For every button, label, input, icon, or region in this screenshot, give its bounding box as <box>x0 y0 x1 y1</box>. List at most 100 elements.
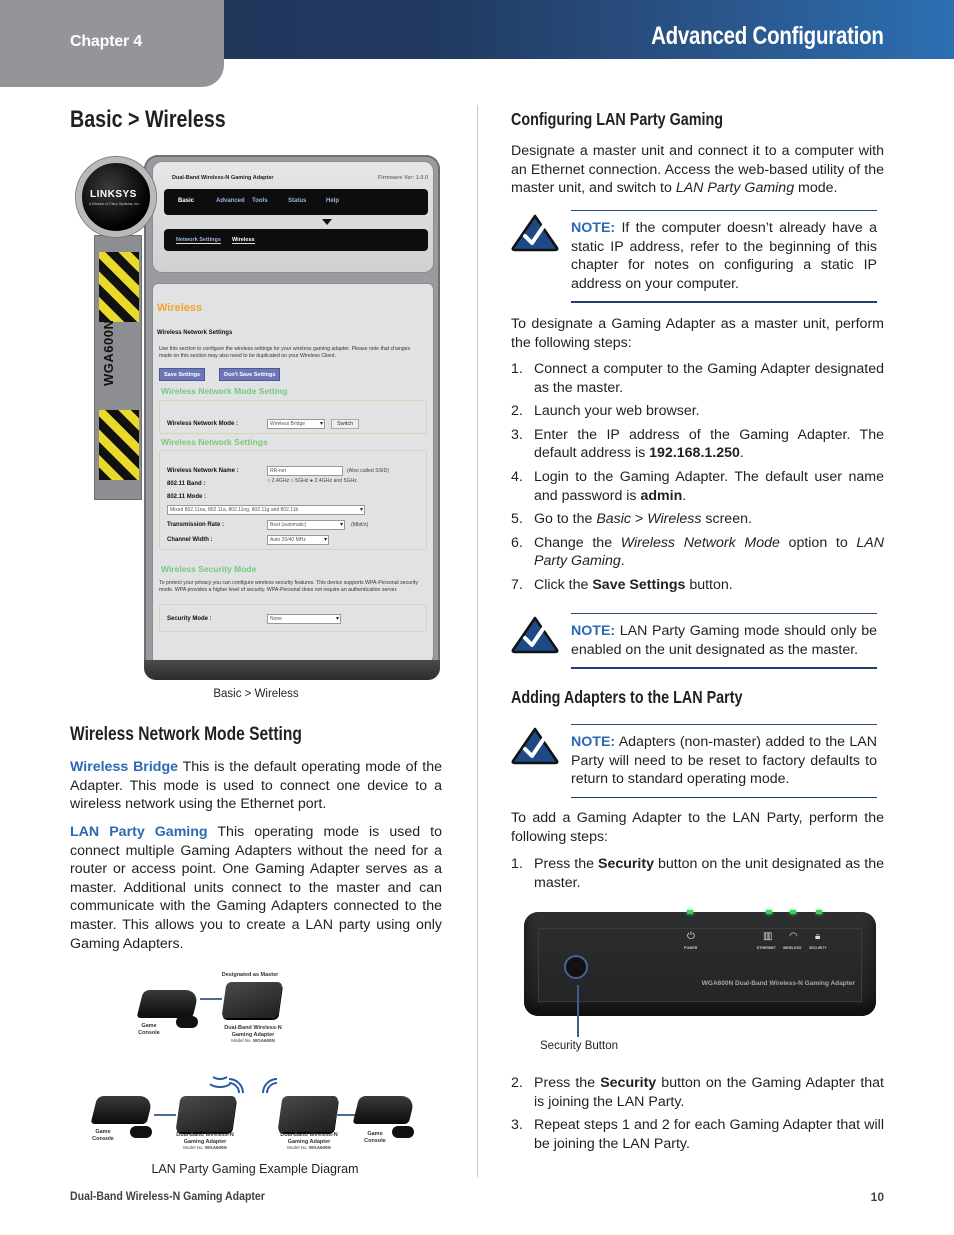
band-option-24: 2.4GHz <box>271 478 290 484</box>
nav-help: Help <box>326 198 340 204</box>
configuring-paragraph: Designate a master unit and connect it t… <box>511 142 884 198</box>
screenshot-sub-nav: Network Settings Wireless <box>164 229 428 251</box>
page-title: Advanced Configuration <box>651 22 884 50</box>
screenshot-product-name: Dual-Band Wireless-N Gaming Adapter <box>172 175 274 181</box>
screenshot-security-intro: To protect your privacy you can configur… <box>159 580 419 593</box>
model-number: WGA600N <box>205 1145 227 1150</box>
gamepad-icon <box>176 1016 198 1028</box>
note-label: NOTE: <box>571 734 616 750</box>
adapter-label-line1: Dual-Band Wireless-N <box>224 1025 282 1031</box>
adapter-icon <box>277 1096 339 1132</box>
screenshot-rate-label: Transmission Rate : <box>167 522 225 528</box>
diagram-console-label: Game Console <box>132 1023 166 1036</box>
diagram-caption: LAN Party Gaming Example Diagram <box>151 1162 359 1176</box>
page-number: 10 <box>870 1190 884 1204</box>
gamepad-icon <box>392 1126 414 1138</box>
model-banner: WGA600N <box>94 235 142 500</box>
step-number: 3. <box>511 426 523 443</box>
step-item: 5. Go to the Basic > Wireless screen. <box>511 510 884 529</box>
screenshot-network-heading: Wireless Network Settings <box>161 437 268 447</box>
screenshot-dont-save-button: Don't Save Settings <box>219 368 281 381</box>
screenshot-ssid-note: (Also called SSID) <box>347 468 390 474</box>
step-text: Connect a computer to the Gaming Adapter… <box>534 361 884 396</box>
logo-text: LINKSYS <box>90 189 137 200</box>
security-button-callout: Security Button <box>540 1040 618 1052</box>
nav-tools: Tools <box>252 198 268 204</box>
wireless-icon: ◠ <box>789 931 798 942</box>
step-text: Click the <box>534 576 593 593</box>
ethernet-led <box>766 910 772 914</box>
diagram-console-label: Game Console <box>86 1129 120 1142</box>
checkmark-note-icon <box>511 616 559 654</box>
config-text-2: mode. <box>794 180 838 197</box>
diagram-master-label: Designated as Master <box>221 972 279 978</box>
screenshot-band-options: ○ 2.4GHz ○ 5GHz ● 2.4GHz and 5GHz <box>267 478 357 484</box>
step-item: 6. Change the Wireless Network Mode optio… <box>511 534 884 571</box>
diagram-adapter-label: Dual-Band Wireless-N Gaming Adapter <box>272 1132 346 1145</box>
step-text: Wireless <box>647 511 702 528</box>
screenshot-80211-mode-label: 802.11 Mode : <box>167 494 207 500</box>
screenshot-mode-heading: Wireless Network Mode Setting <box>161 386 288 396</box>
note-master-only: NOTE: LAN Party Gaming mode should only … <box>571 613 877 670</box>
nav-basic: Basic <box>178 198 195 204</box>
step-text: Security <box>600 1075 657 1091</box>
diagram-console-label: Game Console <box>358 1131 392 1144</box>
ethernet-label: ETHERNET <box>757 946 776 950</box>
band-option-5: 5GHz <box>295 478 309 484</box>
note-text: LAN Party Gaming mode should only be ena… <box>571 623 877 658</box>
console-label-line2: Console <box>364 1137 386 1144</box>
screenshot-mode-select: Wireless Bridge <box>267 419 325 429</box>
step-number: 2. <box>511 403 523 420</box>
screenshot-body: Wireless Wireless Network Settings Use t… <box>152 283 434 668</box>
step-text: Save Settings <box>592 576 686 593</box>
section-heading-mode-setting: Wireless Network Mode Setting <box>70 724 302 745</box>
step-number: 3. <box>511 1117 523 1134</box>
wireless-bridge-paragraph: Wireless Bridge This is the default oper… <box>70 758 442 814</box>
note-static-ip: NOTE: If the computer doesn’t already ha… <box>571 210 877 304</box>
checkmark-note-icon <box>511 214 559 252</box>
adapter-label-line1: Dual-Band Wireless-N <box>280 1132 338 1138</box>
footer-product: Dual-Band Wireless-N Gaming Adapter <box>70 1189 265 1203</box>
step-text: Security <box>598 856 654 872</box>
gamepad-icon <box>130 1126 152 1138</box>
step-item: 3. Repeat steps 1 and 2 for each Gaming A… <box>511 1116 884 1153</box>
band-option-both: 2.4GHz and 5GHz <box>314 478 357 484</box>
console-label-line2: Console <box>92 1135 114 1142</box>
power-label: POWER <box>684 946 698 950</box>
step-item: 2. Press the Security button on the Gamin… <box>511 1074 884 1111</box>
screenshot-ssid-label: Wireless Network Name : <box>167 468 239 474</box>
screenshot-80211-mode-select: Mixed 802.11na, 802.11a, 802.11ng, 802.1… <box>167 505 365 515</box>
game-console-icon <box>352 1096 416 1124</box>
note-label: NOTE: <box>571 623 616 639</box>
model-number: WGA600N <box>253 1038 275 1043</box>
wireless-settings-screenshot: Dual-Band Wireless-N Gaming Adapter Firm… <box>76 155 440 680</box>
step-text: admin <box>640 487 683 504</box>
diagram-master-adapter-label: Dual-Band Wireless-N Gaming Adapter <box>216 1025 290 1038</box>
step-text: Launch your web browser. <box>534 403 700 420</box>
model-number: WGA600N <box>309 1145 331 1150</box>
step-text: Basic <box>596 511 632 528</box>
section-heading-basic-wireless: Basic > Wireless <box>70 106 226 133</box>
add-intro: To add a Gaming Adapter to the LAN Party… <box>511 810 884 845</box>
lan-party-text: This operating mode is used to connect m… <box>70 824 442 952</box>
step-number: 7. <box>511 576 523 593</box>
lock-icon: 🔒︎ <box>815 931 821 942</box>
lan-party-paragraph: LAN Party Gaming This operating mode is … <box>70 823 442 953</box>
designate-steps-list: 1. Connect a computer to the Gaming Adapt… <box>511 360 884 600</box>
step-text: . <box>682 487 687 504</box>
step-text: button. <box>685 576 733 593</box>
screenshot-width-select: Auto 20/40 MHz <box>267 535 329 545</box>
screenshot-security-select: None <box>267 614 341 624</box>
step-text: . <box>620 553 625 570</box>
screenshot-width-label: Channel Width : <box>167 537 213 543</box>
diagram-adapter-label: Dual-Band Wireless-N Gaming Adapter <box>168 1132 242 1145</box>
ethernet-cable-line <box>154 1114 176 1116</box>
step-text: Change the <box>534 534 621 551</box>
hazard-stripes-top <box>99 252 139 322</box>
console-label-line2: Console <box>138 1029 160 1036</box>
hazard-stripes-bottom <box>99 410 139 480</box>
step-text: 192.168.1.250 <box>649 445 740 462</box>
note-text: Adapters (non-master) added to the LAN P… <box>571 734 877 788</box>
game-console-icon <box>90 1096 154 1124</box>
nav-status: Status <box>288 198 307 204</box>
